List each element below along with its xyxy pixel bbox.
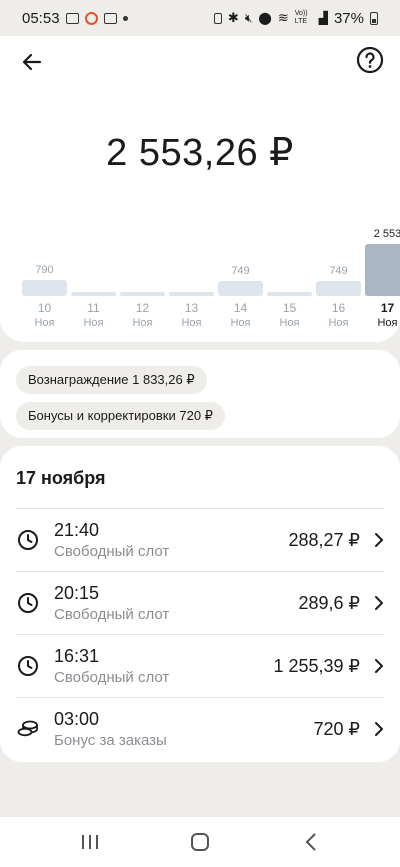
- bonuses-chip[interactable]: Бонусы и корректировки 720 ₽: [16, 402, 225, 430]
- app-notification-icon: [84, 11, 98, 25]
- x-tick-day: 15: [282, 301, 297, 315]
- earnings-breakdown-card: Вознаграждение 1 833,26 ₽ Бонусы и корре…: [0, 350, 400, 438]
- x-tick-month: Ноя: [34, 317, 55, 329]
- transaction-row[interactable]: 03:00 Бонус за заказы 720 ₽: [0, 697, 400, 760]
- mute-icon: 🔇︎: [244, 10, 253, 25]
- battery-icon: [370, 11, 378, 25]
- x-tick-day: 11: [87, 301, 100, 315]
- x-tick-day: 14: [233, 301, 248, 315]
- network-icon: Vo)) LTE: [294, 10, 308, 25]
- x-tick-day: 16: [331, 301, 346, 315]
- chart-bar[interactable]: [120, 292, 165, 296]
- divider: [16, 634, 384, 635]
- x-tick-month: Ноя: [132, 317, 153, 329]
- chart-bar[interactable]: [169, 292, 214, 296]
- x-tick-day: 17: [380, 301, 395, 315]
- chart-bar[interactable]: [365, 244, 400, 296]
- divider: [16, 697, 384, 698]
- chevron-right-icon: [375, 533, 383, 547]
- bar-value-label: 749: [329, 264, 348, 277]
- bar-value-label: 790: [35, 263, 54, 276]
- transaction-time: 16:31: [54, 646, 100, 666]
- chart-bar[interactable]: [267, 292, 312, 296]
- status-bar: 05:53 ✱ 🔇︎ ⬤ ≋ Vo)) LTE ▟ 37%: [0, 0, 400, 36]
- chart-bar[interactable]: [22, 279, 67, 296]
- total-amount: 2 553,26 ₽: [106, 132, 294, 174]
- chart-bar[interactable]: [71, 292, 116, 296]
- transaction-row[interactable]: 21:40 Свободный слот 288,27 ₽: [0, 508, 400, 571]
- reward-chip[interactable]: Вознаграждение 1 833,26 ₽: [16, 366, 207, 394]
- gallery-icon: [103, 12, 117, 24]
- bar-value-label: 2 553: [373, 228, 400, 240]
- back-nav-icon[interactable]: [300, 831, 324, 853]
- transaction-time: 03:00: [54, 709, 100, 729]
- transactions-date: 17 ноября: [16, 468, 106, 488]
- x-tick-day: 13: [184, 301, 199, 315]
- transactions-card: 17 ноября 21:40 Свободный слот 288,27 ₽ …: [0, 446, 400, 762]
- x-tick-day: 12: [135, 301, 150, 315]
- bluetooth-icon: ✱: [227, 10, 239, 25]
- chart-bar[interactable]: [316, 280, 361, 296]
- divider: [16, 571, 384, 572]
- transaction-time: 20:15: [54, 583, 100, 603]
- earnings-summary-card: 2 553,26 ₽ 790 10 Ноя 11 Ноя 12 Ноя 13 Ноя 749 14 Н…: [0, 36, 400, 342]
- earnings-bar-chart: 790 10 Ноя 11 Ноя 12 Ноя 13 Ноя 749 14 Ноя 15 Ноя 749 1…: [0, 222, 400, 332]
- signal-icon: ▟: [318, 11, 328, 25]
- transaction-amount: 1 255,39 ₽: [273, 656, 360, 676]
- x-tick-month: Ноя: [83, 317, 104, 329]
- transaction-amount: 720 ₽: [313, 719, 361, 739]
- x-tick-month: Ноя: [181, 317, 202, 329]
- transaction-row[interactable]: 16:31 Свободный слот 1 255,39 ₽: [0, 634, 400, 697]
- location-icon: ⬤: [258, 11, 272, 25]
- home-icon[interactable]: [188, 831, 212, 853]
- more-notifications-icon: [122, 15, 128, 21]
- transaction-type: Свободный слот: [54, 543, 170, 560]
- transaction-time: 21:40: [54, 520, 100, 540]
- transaction-amount: 288,27 ₽: [288, 530, 360, 550]
- bar-value-label: 749: [231, 264, 250, 277]
- transaction-type: Свободный слот: [54, 669, 170, 686]
- x-tick-month: Ноя: [230, 317, 251, 329]
- help-icon[interactable]: [356, 46, 384, 74]
- chevron-right-icon: [375, 596, 383, 610]
- transaction-type: Бонус за заказы: [54, 732, 167, 749]
- transaction-type: Свободный слот: [54, 606, 170, 623]
- x-tick-day: 10: [37, 301, 52, 315]
- battery-percent: 37%: [333, 9, 364, 27]
- x-tick-month: Ноя: [279, 317, 300, 329]
- x-tick-month: Ноя: [377, 317, 398, 329]
- divider: [16, 508, 384, 509]
- chart-bar[interactable]: [218, 280, 263, 296]
- recent-apps-icon[interactable]: [78, 831, 102, 853]
- clock-icon: [18, 593, 38, 613]
- system-nav-bar: [0, 817, 400, 867]
- status-time: 05:53: [22, 9, 60, 27]
- transaction-amount: 289,6 ₽: [298, 593, 361, 613]
- chevron-right-icon: [375, 659, 383, 673]
- coins-icon: [17, 720, 38, 737]
- vibrate-icon: [213, 12, 222, 24]
- notification-icon: [65, 12, 79, 24]
- clock-icon: [18, 656, 38, 676]
- back-arrow-icon[interactable]: [18, 48, 46, 76]
- wifi-icon: ≋: [277, 10, 289, 25]
- clock-icon: [18, 530, 38, 550]
- transaction-row[interactable]: 20:15 Свободный слот 289,6 ₽: [0, 571, 400, 634]
- x-tick-month: Ноя: [328, 317, 349, 329]
- chevron-right-icon: [375, 722, 383, 736]
